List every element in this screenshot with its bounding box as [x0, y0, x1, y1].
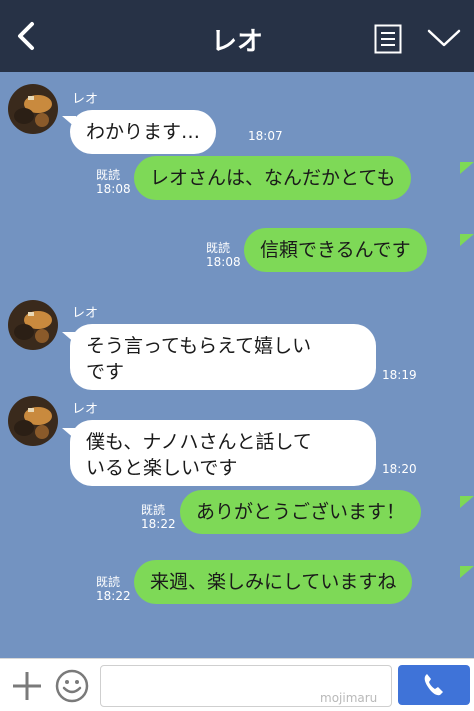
message-time: 18:08	[206, 255, 241, 269]
avatar[interactable]	[8, 396, 58, 446]
avatar[interactable]	[8, 84, 58, 134]
message-text: ありがとうございます！	[196, 501, 406, 523]
plus-button[interactable]	[10, 669, 44, 703]
message-text: わかります…	[86, 121, 201, 143]
plus-icon	[13, 672, 41, 700]
phone-icon	[424, 674, 443, 696]
call-button[interactable]	[398, 665, 470, 705]
message-time: 18:22	[96, 589, 131, 603]
avatar[interactable]	[8, 300, 58, 350]
message-text-line: そう言ってもらえて嬉しい	[86, 335, 312, 357]
chat-header: レオ	[0, 0, 474, 72]
sender-name: レオ	[72, 92, 99, 107]
avatar-food-image	[8, 84, 58, 134]
chevron-down-icon	[427, 29, 461, 47]
message-time: 18:07	[248, 129, 283, 143]
message-time: 18:08	[96, 182, 131, 196]
read-status: 既読	[96, 168, 121, 182]
emoji-button[interactable]	[54, 668, 90, 704]
message-bubble-outgoing[interactable]: 来週、楽しみにしていますね	[134, 560, 413, 604]
message-bubble-incoming[interactable]: そう言ってもらえて嬉しい です	[70, 324, 376, 390]
message-bubble-incoming[interactable]: わかります…	[70, 110, 217, 154]
read-status: 既読	[206, 241, 231, 255]
read-status: 既読	[141, 503, 166, 517]
input-bar: mojimaru	[0, 658, 474, 711]
message-meta: 既読 18:22	[96, 575, 131, 603]
sender-name: レオ	[72, 306, 99, 321]
menu-button[interactable]	[374, 24, 402, 54]
read-status: 既読	[96, 575, 121, 589]
bubble-tail	[460, 162, 474, 174]
message-text: レオさんは、なんだかとても	[150, 167, 396, 189]
message-text: 信頼できるんです	[260, 239, 411, 261]
message-time: 18:20	[382, 462, 417, 476]
message-time: 18:22	[141, 517, 176, 531]
message-bubble-incoming[interactable]: 僕も、ナノハさんと話して いると楽しいです	[70, 420, 376, 486]
list-icon	[374, 24, 402, 54]
chat-title: レオ	[210, 27, 263, 57]
message-text-line: いると楽しいです	[86, 457, 238, 479]
message-text-line: 僕も、ナノハさんと話して	[86, 431, 312, 453]
message-meta: 既読 18:08	[206, 241, 241, 269]
message-text-line: です	[86, 361, 125, 383]
message-meta: 既読 18:22	[141, 503, 176, 531]
message-bubble-outgoing[interactable]: ありがとうございます！	[180, 490, 422, 534]
expand-button[interactable]	[426, 26, 462, 50]
avatar-food-image	[8, 300, 58, 350]
message-meta: 既読 18:08	[96, 168, 131, 196]
bubble-tail	[460, 496, 474, 508]
message-time: 18:19	[382, 368, 417, 382]
bubble-tail	[460, 234, 474, 246]
message-bubble-outgoing[interactable]: 信頼できるんです	[244, 228, 427, 272]
chevron-left-icon	[18, 22, 34, 50]
avatar-food-image	[8, 396, 58, 446]
back-button[interactable]	[10, 20, 42, 52]
smiley-icon	[55, 669, 89, 703]
message-text: 来週、楽しみにしていますね	[150, 571, 397, 593]
message-bubble-outgoing[interactable]: レオさんは、なんだかとても	[134, 156, 412, 200]
watermark: mojimaru	[320, 691, 378, 705]
sender-name: レオ	[72, 402, 99, 417]
bubble-tail	[460, 566, 474, 578]
